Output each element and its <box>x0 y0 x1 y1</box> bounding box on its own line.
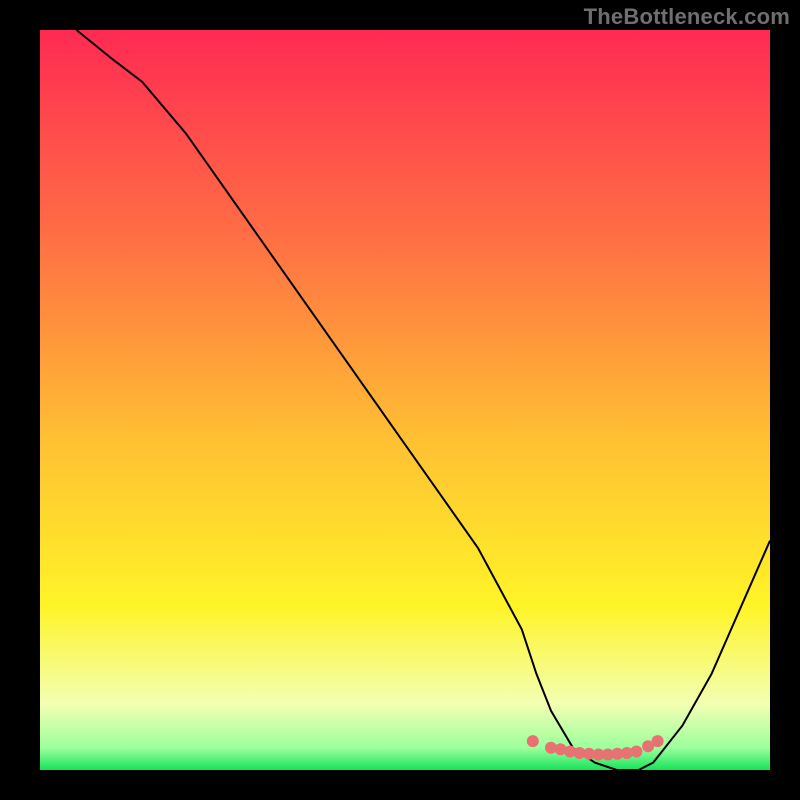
optimal-dot <box>630 746 642 758</box>
chart-container: TheBottleneck.com <box>0 0 800 800</box>
optimal-dot <box>652 735 664 747</box>
optimal-dot <box>527 735 539 747</box>
gradient-background <box>40 30 770 770</box>
bottleneck-plot <box>0 0 800 800</box>
